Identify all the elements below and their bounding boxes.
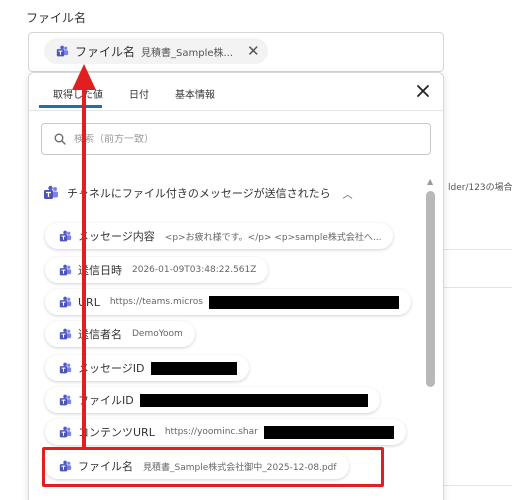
value-item[interactable]: 送信者名 DemoYoom <box>45 321 195 347</box>
teams-icon <box>59 264 72 275</box>
redaction-bar <box>150 361 237 375</box>
item-value: https://yoominc.shar <box>164 427 258 437</box>
file-name-chip[interactable]: ファイル名 見積書_Sample株... ✕ <box>44 38 268 64</box>
item-value: https://teams.micros <box>109 297 203 307</box>
item-name: URL <box>78 295 100 309</box>
divider <box>444 287 512 288</box>
tab-acquired-values[interactable]: 取得した値 <box>53 86 103 101</box>
value-item[interactable]: URL https://teams.micros <box>45 289 411 315</box>
background-hint-text: lder/123の場合, <box>448 183 512 193</box>
chip-label: ファイル名 <box>75 44 136 59</box>
tab-date[interactable]: 日付 <box>129 86 149 101</box>
tab-bar: 取得した値 日付 基本情報 <box>29 73 443 111</box>
chevron-up-icon[interactable]: ︿ <box>343 186 353 201</box>
teams-icon <box>59 296 72 307</box>
search-input[interactable] <box>74 133 394 145</box>
value-item[interactable]: コンテンツURL https://yoominc.shar <box>45 419 406 445</box>
item-value: DemoYoom <box>132 329 183 339</box>
teams-icon <box>59 394 72 405</box>
active-tab-indicator <box>39 105 102 108</box>
search-icon <box>54 133 66 145</box>
field-label: ファイル名 <box>26 11 87 25</box>
tab-basic-info[interactable]: 基本情報 <box>175 86 215 101</box>
highlight-box <box>42 447 384 487</box>
scroll-up-arrow-icon[interactable]: ▲ <box>427 177 433 186</box>
value-item[interactable]: メッセージID <box>45 355 249 381</box>
redaction-bar <box>263 425 394 439</box>
search-box[interactable] <box>41 123 431 155</box>
redaction-bar <box>208 295 399 309</box>
value-item[interactable]: メッセージ内容 <p>お疲れ様です。</p> <p>sample株式会社へ... <box>45 223 394 249</box>
teams-icon <box>59 328 72 339</box>
redaction-bar <box>139 393 368 407</box>
divider <box>444 485 512 486</box>
item-name: 送信者名 <box>78 328 122 341</box>
item-value: 2026-01-09T03:48:22.561Z <box>132 265 257 275</box>
teams-icon <box>59 230 72 241</box>
item-name: 送信日時 <box>78 264 122 277</box>
item-name: メッセージID <box>78 362 145 375</box>
section-title: チャネルにファイル付きのメッセージが送信されたら <box>67 187 331 200</box>
close-icon[interactable] <box>415 83 431 99</box>
divider <box>444 249 512 250</box>
close-icon[interactable]: ✕ <box>247 43 260 59</box>
teams-icon <box>59 362 72 373</box>
item-value: <p>お疲れ様です。</p> <p>sample株式会社へ... <box>164 232 382 243</box>
item-name: ファイルID <box>78 394 134 407</box>
item-name: メッセージ内容 <box>78 230 155 243</box>
section-header[interactable]: チャネルにファイル付きのメッセージが送信されたら ︿ <box>43 185 353 201</box>
teams-icon <box>44 185 58 199</box>
scrollbar-thumb[interactable] <box>426 191 435 387</box>
item-name: コンテンツURL <box>78 426 155 439</box>
value-item[interactable]: 送信日時 2026-01-09T03:48:22.561Z <box>45 257 269 283</box>
chip-value: 見積書_Sample株... <box>141 47 234 59</box>
teams-icon <box>56 45 69 56</box>
value-item[interactable]: ファイルID <box>45 387 380 413</box>
page: ファイル名 ファイル名 見積書_Sample株... ✕ lder/123の場合… <box>0 0 512 500</box>
teams-icon <box>59 426 72 437</box>
value-picker-popup: 取得した値 日付 基本情報 チャネルにファイル付きのメッセージが <box>28 72 444 500</box>
